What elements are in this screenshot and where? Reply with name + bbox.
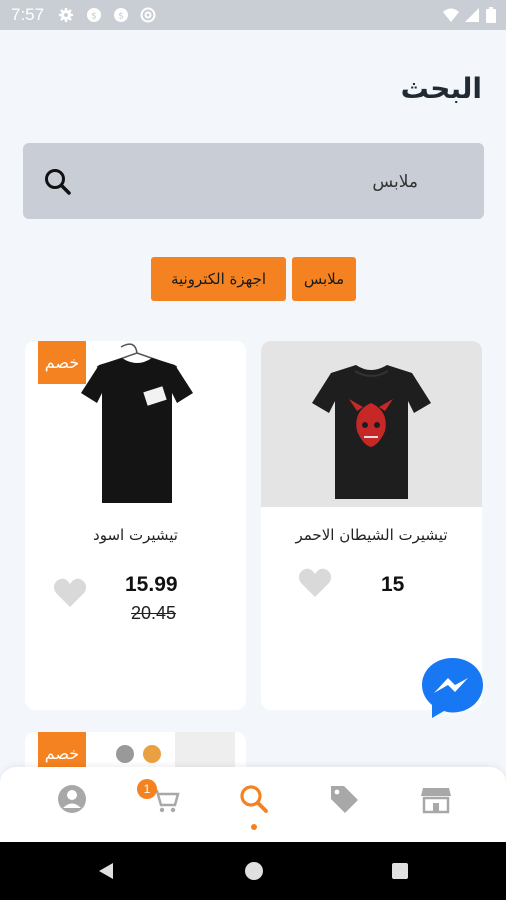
heart-icon[interactable] <box>53 577 87 609</box>
svg-text:$: $ <box>91 12 97 22</box>
product-image[interactable] <box>261 341 482 507</box>
search-input[interactable] <box>168 169 418 195</box>
product-name: تيشيرت الشيطان الاحمر <box>295 526 448 544</box>
signal-icon <box>465 8 479 22</box>
home-icon[interactable] <box>244 861 264 881</box>
app-notification-icon: $ <box>87 8 101 22</box>
product-name: تيشيرت اسود <box>93 526 178 544</box>
app-notification-icon: $ <box>114 8 128 22</box>
bottom-navigation: 1 <box>0 767 506 842</box>
page-title: البحث <box>400 72 482 105</box>
search-icon[interactable] <box>43 167 73 197</box>
back-icon[interactable] <box>96 861 116 881</box>
product-price: 15 <box>381 573 405 596</box>
status-bar: 7:57 $ $ <box>0 0 506 30</box>
recents-icon[interactable] <box>390 861 410 881</box>
profile-icon[interactable] <box>54 781 90 817</box>
tag-icon[interactable] <box>326 781 362 817</box>
messenger-icon[interactable] <box>418 654 487 723</box>
product-price: 15.99 <box>125 573 178 596</box>
battery-icon <box>486 7 496 23</box>
product-card[interactable]: خصم تيشيرت اسود 15.99 20.45 <box>25 341 246 710</box>
settings-icon <box>59 8 73 22</box>
category-chip-electronics[interactable]: اجهزة الكترونية <box>151 257 286 301</box>
at-sign-icon <box>140 7 156 23</box>
cart-count-badge: 1 <box>137 779 157 799</box>
search-bar[interactable] <box>23 143 484 219</box>
active-indicator <box>251 824 257 830</box>
system-navigation-bar <box>0 842 506 900</box>
heart-icon[interactable] <box>298 567 332 599</box>
product-old-price: 20.45 <box>131 603 177 623</box>
search-icon[interactable] <box>236 781 272 817</box>
discount-badge: خصم <box>38 341 86 384</box>
store-icon[interactable] <box>418 781 454 817</box>
svg-text:$: $ <box>118 12 124 22</box>
status-time: 7:57 <box>11 5 45 24</box>
wifi-icon <box>443 8 459 22</box>
category-chip-clothes[interactable]: ملابس <box>292 257 356 301</box>
